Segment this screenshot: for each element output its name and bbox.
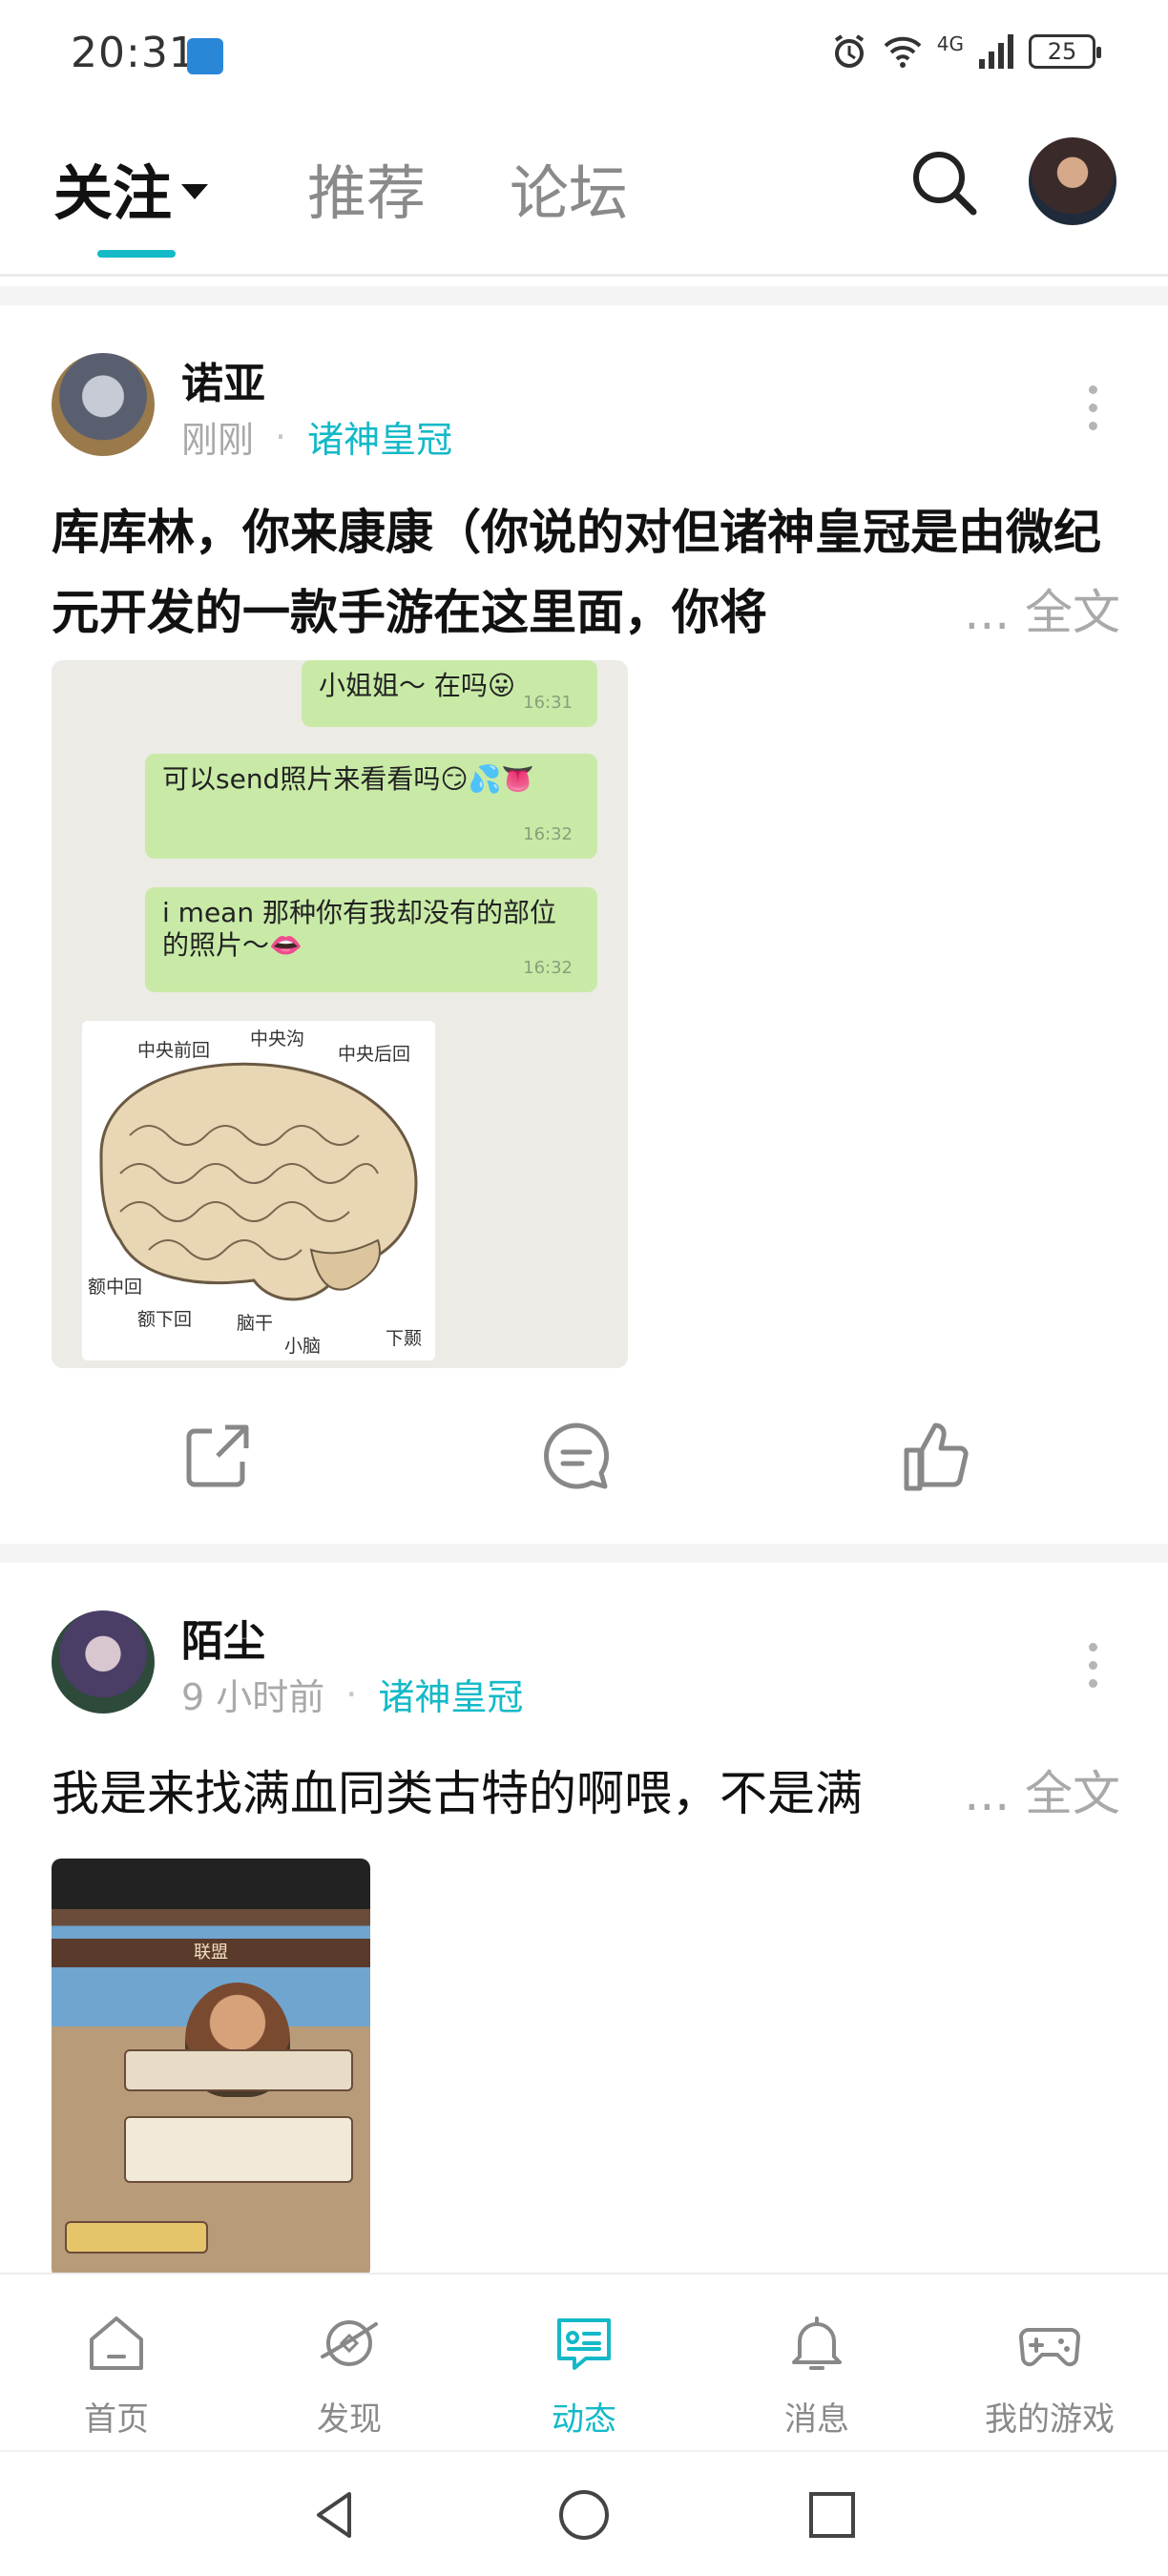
brain-label: 中央后回 bbox=[338, 1044, 411, 1065]
chat-bubble: 小姐姐～ 在吗😛 16:31 bbox=[302, 660, 597, 727]
app-notification-icon bbox=[187, 38, 223, 74]
network-type: 4G bbox=[936, 32, 964, 55]
post-author[interactable]: 陌尘 bbox=[181, 1607, 265, 1668]
signal-icon bbox=[979, 34, 1013, 69]
nav-feed[interactable]: 动态 bbox=[489, 2309, 679, 2440]
recent-apps-icon[interactable] bbox=[803, 2486, 861, 2544]
tab-follow-label: 关注 bbox=[53, 158, 173, 228]
game-screen-title: 联盟 bbox=[194, 1942, 228, 1963]
post-text[interactable]: 我是来找满血同类古特的啊喂，不是满 ... 全文 bbox=[52, 1754, 1120, 1834]
feed-separator bbox=[0, 1544, 1168, 1563]
chat-time: 16:32 bbox=[523, 958, 573, 978]
post-time: 9 小时前 bbox=[181, 1676, 325, 1718]
battery-icon: 25 bbox=[1029, 34, 1101, 69]
game-dialog-box bbox=[124, 2116, 353, 2183]
post-meta: 9 小时前 · 诸神皇冠 bbox=[181, 1668, 523, 1720]
gamepad-icon bbox=[1019, 2328, 1080, 2367]
post-game-tag[interactable]: 诸神皇冠 bbox=[378, 1668, 523, 1720]
chat-time: 16:31 bbox=[523, 693, 573, 713]
tab-forum[interactable]: 论坛 bbox=[510, 145, 628, 231]
post-card[interactable]: 陌尘 9 小时前 · 诸神皇冠 我是来找满血同类古特的啊喂，不是满 ... 全文… bbox=[0, 1563, 1168, 2273]
nav-label: 我的游戏 bbox=[985, 2400, 1115, 2439]
status-bar: 20:31 4G 25 bbox=[0, 0, 1168, 114]
nav-label: 首页 bbox=[84, 2400, 149, 2439]
search-icon[interactable] bbox=[907, 145, 983, 221]
nav-messages[interactable]: 消息 bbox=[721, 2309, 912, 2440]
status-icons: 4G 25 bbox=[830, 32, 1101, 71]
brain-label: 额下回 bbox=[137, 1309, 193, 1330]
active-tab-indicator bbox=[97, 250, 176, 258]
nav-label: 发现 bbox=[317, 2400, 382, 2439]
nav-my-games[interactable]: 我的游戏 bbox=[954, 2309, 1145, 2440]
wifi-icon bbox=[884, 36, 922, 68]
author-avatar[interactable] bbox=[52, 1610, 155, 1714]
status-time: 20:31 bbox=[71, 29, 197, 77]
battery-level: 25 bbox=[1047, 38, 1077, 65]
meta-separator: · bbox=[275, 415, 287, 458]
chat-bubble: i mean 那种你有我却没有的部位的照片～👄 16:32 bbox=[145, 887, 597, 992]
brain-label: 小脑 bbox=[284, 1336, 322, 1357]
meta-separator: · bbox=[345, 1672, 358, 1715]
home-button-icon[interactable] bbox=[555, 2486, 613, 2544]
post-text[interactable]: 库库林，你来康康（你说的对但诸神皇冠是由微纪元开发的一款手游在这里面，你将 ..… bbox=[52, 492, 1120, 653]
game-option-button bbox=[65, 2221, 208, 2254]
nav-home[interactable]: 首页 bbox=[21, 2309, 212, 2440]
nav-label: 动态 bbox=[552, 2400, 616, 2439]
post-time: 刚刚 bbox=[181, 419, 255, 461]
discover-icon bbox=[321, 2320, 378, 2366]
more-options-icon[interactable] bbox=[1078, 1643, 1107, 1688]
home-icon bbox=[90, 2316, 143, 2370]
chat-bubble: 可以send照片来看看吗😏💦👅 16:32 bbox=[145, 754, 597, 859]
game-dialog-box bbox=[124, 2049, 353, 2091]
bottom-nav-bar: 首页 发现 动态 消息 我的游戏 bbox=[0, 2273, 1168, 2450]
chevron-down-icon[interactable] bbox=[181, 183, 209, 199]
brain-label: 中央沟 bbox=[250, 1028, 305, 1049]
like-icon[interactable] bbox=[899, 1418, 975, 1494]
post-text-body: 我是来找满血同类古特的啊喂，不是满 bbox=[52, 1766, 863, 1821]
system-nav-bar bbox=[0, 2450, 1168, 2576]
post-image-game[interactable]: 联盟 bbox=[52, 1859, 370, 2273]
brain-label: 脑干 bbox=[237, 1313, 274, 1334]
chat-time: 16:32 bbox=[523, 824, 573, 844]
brain-diagram: 中央前回 中央沟 中央后回 额中回 额下回 脑干 小脑 下颞 bbox=[82, 1021, 435, 1361]
expand-full-text-link[interactable]: ... 全文 bbox=[958, 572, 1120, 653]
top-tab-bar: 关注 推荐 论坛 bbox=[0, 124, 1168, 277]
brain-label: 下颞 bbox=[386, 1328, 423, 1349]
post-image-chat[interactable]: 小姐姐～ 在吗😛 16:31 可以send照片来看看吗😏💦👅 16:32 i m… bbox=[52, 660, 628, 1368]
nav-label: 消息 bbox=[784, 2400, 849, 2439]
tab-follow[interactable]: 关注 bbox=[53, 145, 209, 231]
share-icon[interactable] bbox=[179, 1418, 256, 1494]
post-game-tag[interactable]: 诸神皇冠 bbox=[307, 410, 452, 463]
alarm-icon bbox=[834, 34, 864, 68]
back-icon[interactable] bbox=[307, 2486, 365, 2544]
nav-discover[interactable]: 发现 bbox=[254, 2309, 445, 2440]
post-meta: 刚刚 · 诸神皇冠 bbox=[181, 410, 452, 463]
expand-full-text-link[interactable]: ... 全文 bbox=[958, 1754, 1120, 1834]
post-card[interactable]: 诺亚 刚刚 · 诸神皇冠 库库林，你来康康（你说的对但诸神皇冠是由微纪元开发的一… bbox=[0, 305, 1168, 1544]
tab-recommend[interactable]: 推荐 bbox=[307, 145, 426, 231]
post-text-body: 库库林，你来康康（你说的对但诸神皇冠是由微纪元开发的一款手游在这里面，你将 bbox=[52, 505, 1101, 640]
comment-icon[interactable] bbox=[538, 1418, 615, 1494]
author-avatar[interactable] bbox=[52, 353, 155, 456]
game-screen-header: 联盟 bbox=[52, 1939, 370, 1967]
feed-separator bbox=[0, 286, 1168, 305]
user-avatar[interactable] bbox=[1029, 137, 1116, 225]
post-author[interactable]: 诺亚 bbox=[181, 349, 265, 410]
brain-label: 中央前回 bbox=[137, 1040, 211, 1061]
more-options-icon[interactable] bbox=[1078, 385, 1107, 430]
brain-label: 额中回 bbox=[88, 1277, 143, 1298]
bell-icon bbox=[792, 2316, 842, 2370]
feed-icon bbox=[557, 2318, 611, 2370]
